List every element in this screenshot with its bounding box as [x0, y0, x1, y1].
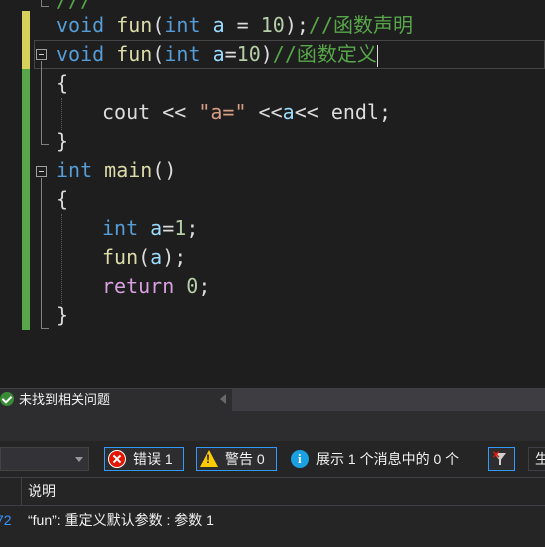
column-separator[interactable] [21, 478, 22, 505]
code-line: void fun(int a = 10);//函数声明 [56, 13, 414, 37]
error-table-header: 说明 [0, 477, 545, 506]
collapse-fun-icon[interactable] [36, 49, 47, 60]
code-line: void fun(int a=10)//函数定义 [56, 42, 378, 67]
check-circle-icon [0, 392, 14, 406]
error-description: “fun”: 重定义默认参数 : 参数 1 [28, 512, 214, 528]
build-intellisense-dropdown[interactable]: 生 [528, 447, 545, 471]
code-line: { [56, 187, 69, 211]
indent-guide [61, 98, 62, 130]
outline-line [41, 178, 42, 328]
warning-icon [200, 450, 218, 467]
saved-change-marker [22, 69, 30, 330]
error-icon [108, 450, 126, 468]
outline-line [41, 61, 42, 144]
messages-filter-button[interactable]: 展示 1 个消息中的 0 个 [287, 447, 477, 471]
indent-guide [61, 214, 62, 304]
code-line: int main() [56, 158, 177, 182]
collapse-main-icon[interactable] [36, 166, 47, 177]
error-list-panel: 错误 1 警告 0 展示 1 个消息中的 0 个 ✕ 生 说明 72 “fun”… [0, 411, 545, 547]
error-list-toolbar: 错误 1 警告 0 展示 1 个消息中的 0 个 ✕ 生 [0, 441, 545, 477]
code-line: } [56, 303, 69, 327]
code-line: { [56, 71, 69, 95]
horizontal-scrollbar[interactable] [232, 389, 545, 412]
outline-end [41, 328, 49, 329]
code-line: int a=1; [102, 216, 199, 240]
info-icon [291, 450, 309, 468]
scope-dropdown[interactable] [0, 447, 89, 471]
outline-end [41, 144, 49, 145]
warnings-filter-button[interactable]: 警告 0 [196, 447, 277, 471]
outline-end [41, 6, 49, 7]
clear-filter-icon: ✕ [492, 450, 501, 461]
text-cursor [376, 44, 378, 67]
clear-filter-button[interactable]: ✕ [488, 447, 515, 471]
column-header-description[interactable]: 说明 [28, 478, 56, 505]
code-line: } [56, 129, 69, 153]
editor-status-bar: 未找到相关问题 [0, 388, 545, 412]
code-editor[interactable]: /// void fun(int a = 10);//函数声明 void fun… [0, 0, 545, 388]
code-line: fun(a); [102, 245, 187, 269]
issues-status-text[interactable]: 未找到相关问题 [19, 389, 110, 411]
code-line: cout << "a=" <<a<< endl; [102, 100, 392, 124]
scroll-left-arrow-icon[interactable] [220, 394, 226, 404]
chevron-down-icon [75, 457, 83, 462]
unsaved-change-marker [22, 11, 30, 69]
error-row[interactable]: 72 “fun”: 重定义默认参数 : 参数 1 [0, 506, 545, 534]
code-line: return 0; [102, 274, 211, 298]
error-code: 72 [0, 512, 12, 528]
panel-header [0, 411, 545, 441]
errors-filter-button[interactable]: 错误 1 [104, 447, 184, 471]
